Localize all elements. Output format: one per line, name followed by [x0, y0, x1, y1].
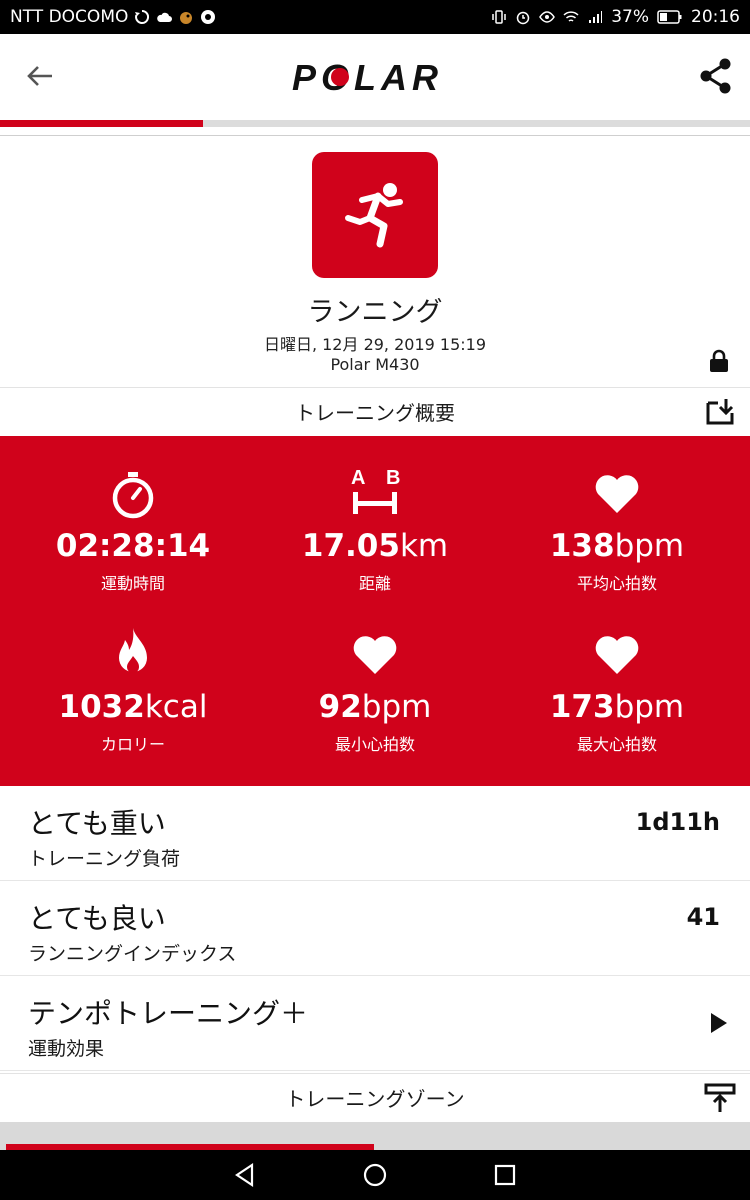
session-datetime: 日曜日, 12月 29, 2019 15:19: [263, 335, 487, 354]
stat-label: 距離: [358, 574, 391, 593]
heart-icon: [353, 636, 397, 674]
row-value: 1d11h: [635, 808, 720, 836]
stat-label: 最大心拍数: [576, 735, 657, 754]
clock: 20:16: [691, 7, 740, 27]
sport-icon-tile: [312, 152, 438, 278]
recents-square-icon[interactable]: [492, 1162, 518, 1188]
stat-label: 運動時間: [100, 574, 165, 593]
stat-label: 平均心拍数: [576, 574, 657, 593]
running-icon: [345, 183, 403, 248]
wifi-icon: [563, 11, 579, 22]
row-value: 41: [686, 903, 720, 931]
row-title: テンポトレーニング＋: [28, 997, 309, 1030]
share-icon[interactable]: [696, 56, 736, 96]
training-summary: 02:28:14 運動時間 A B 17.05km 距離 138bpm 平均心拍…: [0, 436, 750, 786]
stopwatch-icon: [112, 472, 154, 519]
svg-text:B: B: [386, 467, 400, 489]
stat-value: 92bpm: [318, 689, 432, 725]
row-subtitle: トレーニング負荷: [28, 848, 181, 870]
stat-value: 1032kcal: [58, 689, 208, 725]
stat-label: 最小心拍数: [334, 735, 415, 754]
heart-icon: [595, 475, 639, 513]
page-progress-bar: [0, 120, 750, 127]
alarm-icon: [516, 11, 530, 25]
carrier-name: NTT DOCOMO: [10, 7, 129, 27]
page-progress-fill: [0, 120, 203, 127]
sport-name: ランニング: [307, 297, 443, 328]
row-title: とても重い: [28, 807, 166, 840]
heart-icon: [595, 636, 639, 674]
lock-icon[interactable]: [708, 349, 730, 373]
back-triangle-icon[interactable]: [232, 1162, 258, 1188]
signal-icon: [589, 11, 603, 23]
stat-label: カロリー: [100, 735, 165, 754]
battery-percent: 37%: [611, 7, 649, 27]
stat-value: 17.05km: [301, 528, 449, 564]
running-index-row[interactable]: とても良い ランニングインデックス 41: [0, 881, 750, 976]
divider: [0, 135, 750, 136]
bird-icon: [180, 12, 193, 24]
svg-text:A: A: [351, 467, 365, 489]
polar-logo: POLAR: [292, 57, 443, 97]
app-bar: POLAR: [0, 34, 750, 120]
home-circle-icon[interactable]: [362, 1162, 388, 1188]
status-bar: NTT DOCOMO 37% 20:16: [0, 0, 750, 34]
zones-title: トレーニングゾーン: [285, 1087, 465, 1111]
stat-value: 02:28:14: [55, 528, 211, 564]
download-icon[interactable]: [704, 397, 736, 427]
stat-value: 173bpm: [549, 689, 685, 725]
vibrate-icon: [492, 10, 506, 24]
training-load-row[interactable]: とても重い トレーニング負荷 1d11h: [0, 786, 750, 881]
play-arrow-icon[interactable]: [710, 1012, 728, 1034]
distance-icon: A B: [351, 467, 400, 514]
status-right: 37% 20:16: [491, 7, 740, 27]
overview-title: トレーニング概要: [295, 401, 455, 425]
polar-logo-text: POLAR: [292, 57, 443, 97]
system-nav-bar: [0, 1150, 750, 1200]
upload-icon[interactable]: [704, 1083, 736, 1113]
overview-section-header: トレーニング概要: [0, 387, 750, 435]
training-benefit-row[interactable]: テンポトレーニング＋ 運動効果: [0, 976, 750, 1071]
eye-icon: [539, 11, 556, 23]
row-subtitle: 運動効果: [28, 1038, 105, 1060]
row-title: とても良い: [28, 902, 166, 935]
zones-strip: [0, 1122, 750, 1150]
status-left: NTT DOCOMO: [10, 7, 216, 27]
zones-section-header: トレーニングゾーン: [0, 1073, 750, 1121]
flame-icon: [119, 628, 147, 673]
row-subtitle: ランニングインデックス: [28, 943, 237, 965]
sync-icon: [135, 9, 150, 24]
device-name: Polar M430: [330, 355, 420, 374]
battery-icon: [657, 10, 682, 24]
ball-icon: [201, 10, 216, 24]
cloud-icon: [157, 12, 173, 22]
back-arrow-icon[interactable]: [22, 58, 58, 94]
stat-value: 138bpm: [549, 528, 685, 564]
